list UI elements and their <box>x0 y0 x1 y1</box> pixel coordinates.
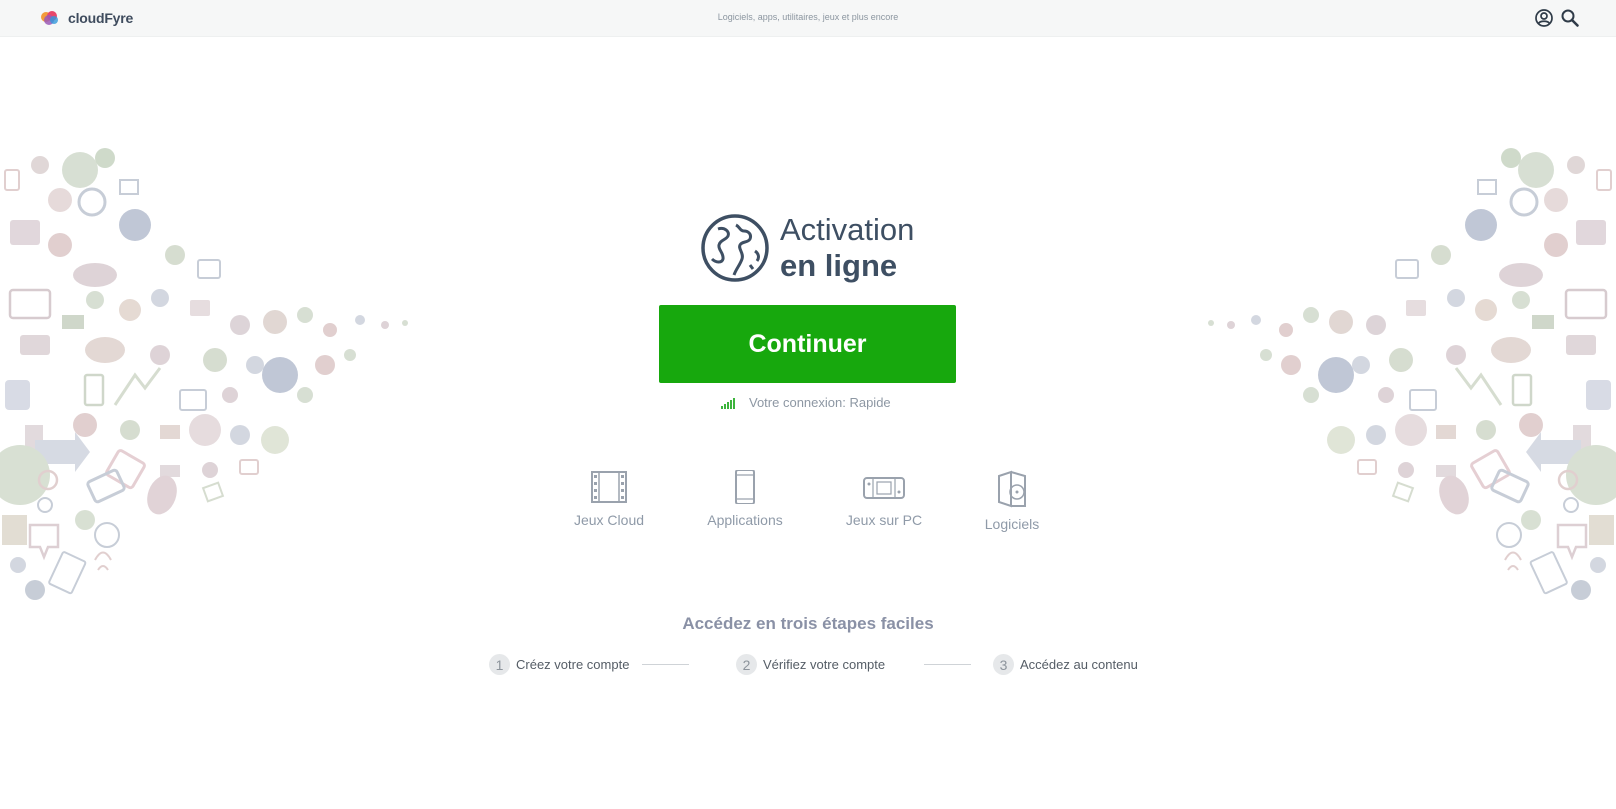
step-connector <box>924 664 971 665</box>
title-line-2: en ligne <box>780 248 898 283</box>
step-number: 2 <box>736 654 757 675</box>
category-label: Jeux sur PC <box>845 512 923 528</box>
continue-button[interactable]: Continuer <box>659 305 956 383</box>
step-label: Créez votre compte <box>516 657 630 672</box>
software-box-icon <box>998 470 1026 508</box>
category-applications[interactable]: Applications <box>690 470 800 528</box>
category-logiciels[interactable]: Logiciels <box>957 470 1067 532</box>
smartphone-icon <box>735 470 755 504</box>
film-strip-icon <box>591 471 627 503</box>
step-number: 1 <box>489 654 510 675</box>
step-label: Vérifiez votre compte <box>763 657 886 672</box>
steps-title: Accédez en trois étapes faciles <box>682 614 934 633</box>
search-icon[interactable] <box>1560 8 1580 28</box>
step-connector <box>642 664 689 665</box>
gamepad-icon <box>863 477 905 499</box>
header-tagline: Logiciels, apps, utilitaires, jeux et pl… <box>717 12 899 22</box>
step-number: 3 <box>993 654 1014 675</box>
decorative-icon-cloud-right <box>1208 148 1616 600</box>
category-label: Logiciels <box>984 516 1040 532</box>
step-3: 3 Accédez au contenu <box>993 654 1138 675</box>
globe-icon <box>701 214 769 282</box>
step-2: 2 Vérifiez votre compte <box>736 654 885 675</box>
user-circle-icon[interactable] <box>1534 8 1554 28</box>
page-title: Activation en ligne <box>780 212 914 284</box>
top-bar: cloudFyre Logiciels, apps, utilitaires, … <box>0 0 1616 37</box>
connection-text: Votre connexion: Rapide <box>749 395 891 410</box>
category-jeux-sur-pc[interactable]: Jeux sur PC <box>829 470 939 528</box>
title-line-1: Activation <box>780 212 915 247</box>
category-label: Jeux Cloud <box>573 512 645 528</box>
category-jeux-cloud[interactable]: Jeux Cloud <box>554 470 664 528</box>
category-label: Applications <box>707 512 783 528</box>
decorative-icon-cloud-left <box>0 148 408 600</box>
connection-status: Votre connexion: Rapide <box>721 395 891 410</box>
hero-heading: Activation en ligne <box>700 212 914 284</box>
signal-bars-icon <box>721 397 735 409</box>
step-1: 1 Créez votre compte <box>489 654 629 675</box>
step-label: Accédez au contenu <box>1020 657 1138 672</box>
